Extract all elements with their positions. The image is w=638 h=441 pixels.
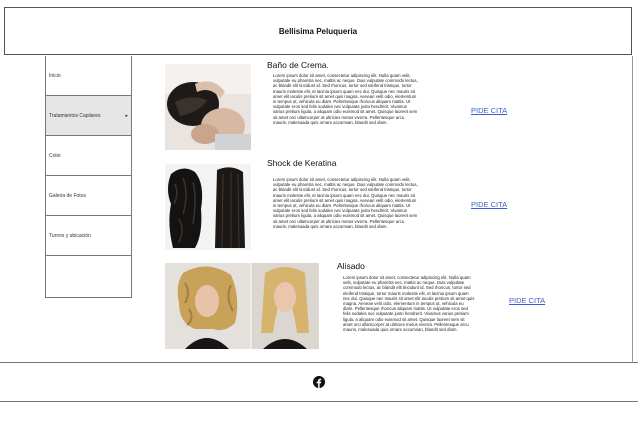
sidebar-item-turnos[interactable]: Turnos y ubicación xyxy=(46,216,131,256)
service-title: Alisado xyxy=(337,261,365,271)
facebook-icon[interactable] xyxy=(313,376,325,388)
sidebar-item-tratamientos[interactable]: Tratamientos Capilares ▸ xyxy=(46,96,131,136)
sidebar-item-label: Turnos y ubicación xyxy=(49,232,91,239)
sidebar-item-inicio[interactable]: Inicio xyxy=(46,56,131,96)
keratin-before-after-photo xyxy=(165,164,251,250)
service-bano-de-crema: Baño de Crema. Lorem ipsum dolor sit ame… xyxy=(165,60,555,154)
pide-cita-link[interactable]: PIDE CITA xyxy=(471,200,507,209)
site-title: Bellisima Peluqueria xyxy=(278,26,358,36)
service-shock-de-keratina: Shock de Keratina Lorem ipsum dolor sit … xyxy=(165,158,555,254)
hair-wash-photo xyxy=(165,64,251,150)
sidebar-item-label: Tratamientos Capilares xyxy=(49,112,101,119)
site-header: Bellisima Peluqueria xyxy=(4,7,632,55)
pide-cita-link[interactable]: PIDE CITA xyxy=(509,296,545,305)
sidebar-item-empty xyxy=(46,256,131,296)
sidebar-item-label: Galeria de Fotos xyxy=(49,192,86,199)
sidebar-nav: Inicio Tratamientos Capilares ▸ Color Ga… xyxy=(45,56,132,298)
service-description: Lorem ipsum dolor sit amet, consectetur … xyxy=(343,275,475,333)
service-description: Lorem ipsum dolor sit amet, consectetur … xyxy=(273,73,418,125)
service-alisado: Alisado Lorem ipsum dolor sit amet, cons… xyxy=(165,261,555,351)
alisado-before-after-photo xyxy=(165,263,319,349)
service-title: Shock de Keratina xyxy=(267,158,337,168)
pide-cita-link[interactable]: PIDE CITA xyxy=(471,106,507,115)
site-footer xyxy=(0,362,638,402)
chevron-right-icon: ▸ xyxy=(125,112,128,119)
sidebar-item-label: Inicio xyxy=(49,72,61,79)
content-right-border xyxy=(632,56,633,362)
service-title: Baño de Crema. xyxy=(267,60,329,70)
sidebar-item-label: Color xyxy=(49,152,61,159)
service-description: Lorem ipsum dolor sit amet, consectetur … xyxy=(273,177,418,229)
sidebar-item-galeria[interactable]: Galeria de Fotos xyxy=(46,176,131,216)
sidebar-item-color[interactable]: Color xyxy=(46,136,131,176)
